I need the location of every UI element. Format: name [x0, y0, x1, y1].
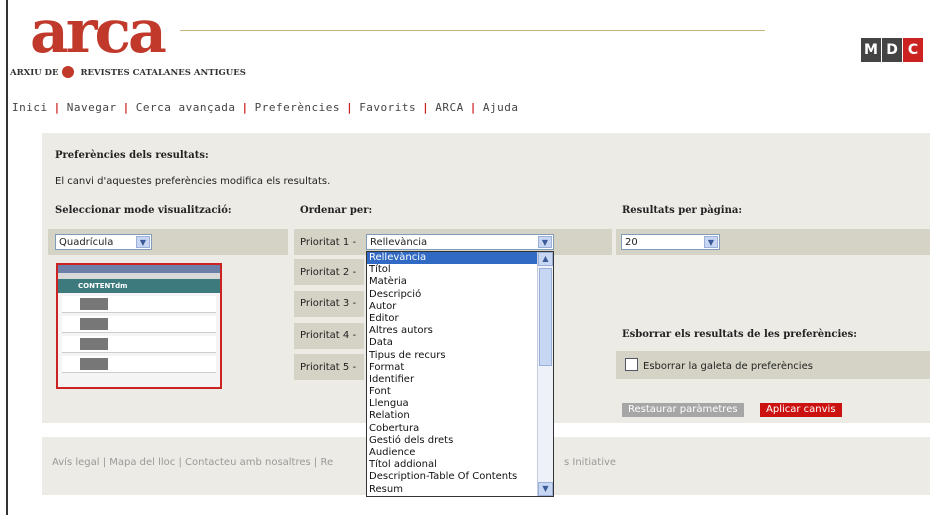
nav-separator: | [122, 101, 130, 114]
nav-separator: | [53, 101, 61, 114]
dropdown-option[interactable]: Matèria [367, 276, 553, 288]
dropdown-option[interactable]: Description-Table Of Contents [367, 471, 553, 483]
chevron-down-icon[interactable]: ▼ [136, 236, 150, 248]
logo-dot-icon [62, 66, 75, 78]
dropdown-option[interactable]: Llengua [367, 398, 553, 410]
logo-sub-right: REVISTES CATALANES ANTIGUES [80, 68, 246, 78]
dropdown-option[interactable]: Audience [367, 447, 553, 459]
thumb-header: CONTENTdm [58, 279, 220, 293]
nav-favorits[interactable]: Favorits [359, 101, 416, 114]
priority-1-select[interactable]: Rellevància ▼ [366, 234, 554, 250]
footer-links[interactable]: Avís legal | Mapa del lloc | Contacteu a… [52, 457, 333, 468]
mdc-letter: M [861, 38, 881, 62]
results-per-page-select[interactable]: 20 ▼ [621, 234, 720, 250]
results-per-page-label: Resultats per pàgina: [622, 205, 743, 216]
logo-sub-left: ARXIU DE [10, 68, 59, 78]
clear-cookie-checkbox[interactable] [625, 358, 638, 371]
dropdown-option[interactable]: Data [367, 337, 553, 349]
chevron-down-icon[interactable]: ▼ [704, 236, 718, 248]
dropdown-option[interactable]: Tipus de recurs [367, 350, 553, 362]
panel-description: El canvi d'aquestes preferències modific… [55, 176, 331, 187]
dropdown-option[interactable]: Títol addional [367, 459, 553, 471]
priority-4-label: Prioritat 4 - [300, 330, 357, 341]
logo-subtitle: ARXIU DE REVISTES CATALANES ANTIGUES [10, 66, 246, 78]
view-mode-label: Seleccionar mode visualització: [55, 205, 232, 216]
footer-initiative[interactable]: s Initiative [564, 457, 616, 468]
nav-arca[interactable]: ARCA [435, 101, 464, 114]
dropdown-option[interactable]: Rellevància [367, 252, 553, 265]
dropdown-scrollbar[interactable]: ▲ ▼ [537, 252, 553, 496]
priority-5-label: Prioritat 5 - [300, 362, 357, 373]
view-mode-select[interactable]: Quadrícula ▼ [55, 234, 152, 250]
nav-inici[interactable]: Inici [12, 101, 48, 114]
dropdown-option[interactable]: Relation [367, 410, 553, 422]
panel-title: Preferències dels resultats: [55, 150, 209, 161]
clear-preferences-label: Esborrar els resultats de les preferènci… [622, 329, 857, 340]
mdc-letter: C [903, 38, 923, 62]
nav-preferencies[interactable]: Preferències [255, 101, 340, 114]
dropdown-option[interactable]: Format [367, 362, 553, 374]
header-rule [180, 30, 765, 31]
nav-ajuda[interactable]: Ajuda [483, 101, 519, 114]
dropdown-option[interactable]: Autor [367, 301, 553, 313]
results-per-page-value: 20 [625, 237, 638, 248]
nav-separator: | [422, 101, 430, 114]
dropdown-option[interactable]: Títol [367, 264, 553, 276]
dropdown-option[interactable]: Font [367, 386, 553, 398]
dropdown-option[interactable]: Identifier [367, 374, 553, 386]
arca-logo[interactable]: arca ARXIU DE REVISTES CATALANES ANTIGUES [10, 2, 260, 83]
scroll-up-icon[interactable]: ▲ [538, 252, 553, 266]
apply-button[interactable]: Aplicar canvis [760, 403, 842, 417]
nav-cerca-avancada[interactable]: Cerca avançada [136, 101, 236, 114]
dropdown-option[interactable]: Cobertura [367, 423, 553, 435]
scroll-down-icon[interactable]: ▼ [538, 482, 553, 496]
priority-1-label: Prioritat 1 - [300, 237, 357, 248]
grid-preview-thumbnail: CONTENTdm [56, 263, 222, 389]
clear-cookie-label: Esborrar la galeta de preferències [643, 361, 813, 372]
restore-button[interactable]: Restaurar paràmetres [622, 403, 744, 417]
logo-wordmark: arca [30, 0, 167, 67]
priority-3-label: Prioritat 3 - [300, 298, 357, 309]
dropdown-option[interactable]: Altres autors [367, 325, 553, 337]
mdc-logo[interactable]: M D C [860, 38, 923, 62]
order-label: Ordenar per: [300, 205, 373, 216]
nav-separator: | [241, 101, 249, 114]
chevron-down-icon[interactable]: ▼ [538, 236, 552, 248]
main-nav: Inici | Navegar | Cerca avançada | Preferèncie… [12, 101, 519, 114]
nav-navegar[interactable]: Navegar [67, 101, 117, 114]
priority-1-dropdown-list[interactable]: Rellevància Títol Matèria Descripció Autor Ed… [366, 251, 554, 497]
priority-1-value: Rellevància [370, 237, 428, 248]
scroll-thumb[interactable] [539, 268, 552, 366]
nav-separator: | [346, 101, 354, 114]
nav-separator: | [469, 101, 477, 114]
dropdown-option[interactable]: Resum [367, 484, 553, 496]
dropdown-option[interactable]: Gestió dels drets [367, 435, 553, 447]
mdc-letter: D [882, 38, 902, 62]
dropdown-options: Rellevància Títol Matèria Descripció Autor Ed… [367, 252, 553, 496]
dropdown-option[interactable]: Descripció [367, 289, 553, 301]
view-mode-value: Quadrícula [59, 237, 114, 248]
priority-2-label: Prioritat 2 - [300, 267, 357, 278]
dropdown-option[interactable]: Editor [367, 313, 553, 325]
window-left-border [6, 0, 8, 515]
